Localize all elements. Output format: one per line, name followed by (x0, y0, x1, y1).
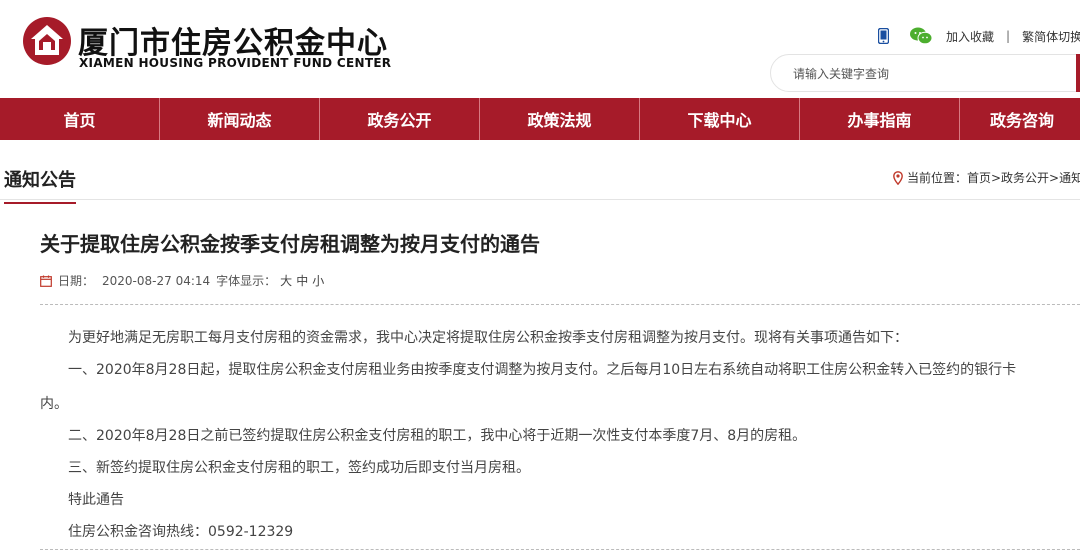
nav-item-guide[interactable]: 办事指南 (800, 98, 960, 140)
paragraph-intro: 为更好地满足无房职工每月支付房租的资金需求，我中心决定将提取住房公积金按季支付房… (68, 330, 908, 346)
site-logo[interactable] (22, 16, 72, 66)
breadcrumb-text[interactable]: 当前位置：首页>政务公开>通知 (907, 169, 1080, 186)
font-size-large-button[interactable]: 大 (280, 272, 292, 289)
nav-item-consulting[interactable]: 政务咨询 (960, 98, 1080, 140)
language-switch-link[interactable]: 繁简体切换 (1022, 28, 1080, 45)
site-title-en: XIAMEN HOUSING PROVIDENT FUND CENTER (79, 56, 392, 70)
top-links: 加入收藏 | 繁简体切换 (878, 26, 1080, 46)
paragraph-item-2: 二、2020年8月28日之前已签约提取住房公积金支付房租的职工，我中心将于近期一… (68, 428, 807, 444)
phone-icon[interactable] (878, 28, 890, 44)
paragraph-hotline: 住房公积金咨询热线：0592-12329 (68, 524, 294, 540)
paragraph-item-1-line-2: 内。 (40, 396, 68, 412)
paragraph-item-1-line-1: 一、2020年8月28日起，提取住房公积金支付房租业务由按季度支付调整为按月支付… (68, 362, 1017, 378)
section-bar: 通知公告 当前位置：首页>政务公开>通知 (0, 152, 1080, 204)
paragraph-item-1: 一、2020年8月28日起，提取住房公积金支付房租业务由按季度支付调整为按月支付… (0, 354, 1080, 420)
main-nav: 首页 新闻动态 政务公开 政策法规 下载中心 办事指南 政务咨询 (0, 98, 1080, 140)
search-button[interactable] (1076, 54, 1080, 92)
location-pin-icon (893, 170, 903, 185)
article-body: 为更好地满足无房职工每月支付房租的资金需求，我中心决定将提取住房公积金按季支付房… (40, 322, 1080, 548)
wechat-icon[interactable] (910, 27, 932, 45)
breadcrumb: 当前位置：首页>政务公开>通知 (893, 169, 1080, 186)
paragraph-item-3: 三、新签约提取住房公积金支付房租的职工，签约成功后即支付当月房租。 (68, 460, 530, 476)
top-links-separator: | (1006, 29, 1011, 43)
nav-item-home[interactable]: 首页 (0, 98, 160, 140)
paragraph-closing: 特此通告 (68, 492, 124, 508)
nav-item-news[interactable]: 新闻动态 (160, 98, 320, 140)
divider-top (40, 304, 1080, 305)
font-size-label: 字体显示： (216, 274, 277, 288)
divider-bottom (40, 549, 1080, 550)
search-input[interactable] (793, 64, 1063, 84)
date-label: 日期： (58, 274, 95, 288)
date-value: 2020-08-27 04:14 (102, 273, 211, 288)
nav-item-public-affairs[interactable]: 政务公开 (320, 98, 480, 140)
nav-item-downloads[interactable]: 下载中心 (640, 98, 800, 140)
font-size-medium-button[interactable]: 中 (296, 272, 308, 289)
article-meta: 日期： 2020-08-27 04:14 字体显示： 大 中 小 (40, 272, 324, 289)
nav-item-policies[interactable]: 政策法规 (480, 98, 640, 140)
add-favorite-link[interactable]: 加入收藏 (946, 28, 994, 45)
site-header: 厦门市住房公积金中心 XIAMEN HOUSING PROVIDENT FUND… (0, 0, 1080, 98)
article-title: 关于提取住房公积金按季支付房租调整为按月支付的通告 (40, 232, 540, 256)
search-box (770, 54, 1080, 92)
calendar-icon (40, 275, 52, 287)
section-title: 通知公告 (4, 166, 76, 204)
font-size-small-button[interactable]: 小 (312, 272, 324, 289)
